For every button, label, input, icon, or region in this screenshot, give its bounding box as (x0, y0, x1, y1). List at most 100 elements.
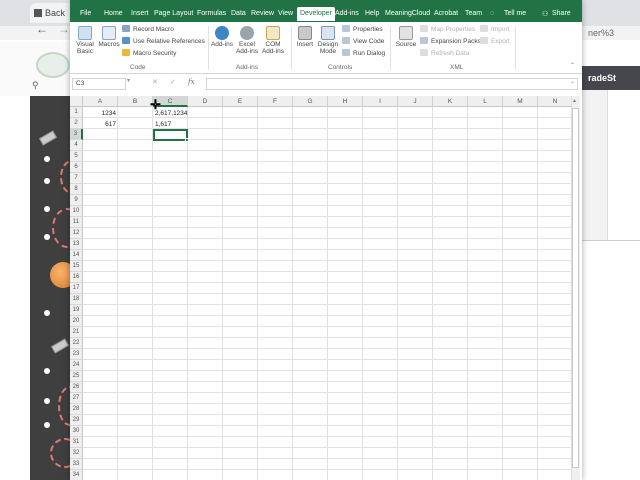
column-header-a[interactable]: A (83, 96, 118, 107)
tab-file[interactable]: File (80, 10, 91, 17)
selected-cell-c3[interactable] (153, 129, 188, 141)
row-header-18[interactable]: 18 (70, 294, 83, 305)
row-header-19[interactable]: 19 (70, 305, 83, 316)
row-header-32[interactable]: 32 (70, 448, 83, 459)
add-ins-button[interactable]: Add-ins (210, 26, 234, 48)
row-header-33[interactable]: 33 (70, 459, 83, 470)
row-header-7[interactable]: 7 (70, 173, 83, 184)
record-macro-button[interactable]: Record Macro (122, 25, 174, 35)
tab-insert[interactable]: Insert (131, 10, 149, 17)
view-code-button[interactable]: View Code (342, 37, 384, 47)
row-header-13[interactable]: 13 (70, 239, 83, 250)
share-button[interactable]: Share (552, 10, 571, 17)
row-header-15[interactable]: 15 (70, 261, 83, 272)
row-header-5[interactable]: 5 (70, 151, 83, 162)
column-header-g[interactable]: G (293, 96, 328, 107)
macro-security-button[interactable]: Macro Security (122, 49, 176, 59)
column-header-i[interactable]: I (363, 96, 398, 107)
expand-formula-bar-icon[interactable]: ⌄ (570, 78, 575, 85)
row-header-21[interactable]: 21 (70, 327, 83, 338)
tab-view[interactable]: View (278, 10, 293, 17)
row-header-12[interactable]: 12 (70, 228, 83, 239)
column-header-d[interactable]: D (188, 96, 223, 107)
column-header-h[interactable]: H (328, 96, 363, 107)
row-header-25[interactable]: 25 (70, 371, 83, 382)
column-header-b[interactable]: B (118, 96, 153, 107)
cell-a1[interactable]: 1234 (83, 108, 118, 119)
link-icon[interactable]: ⚲ (32, 80, 39, 91)
visual-basic-button[interactable]: Visual Basic (74, 26, 96, 55)
run-dialog-button[interactable]: Run Dialog (342, 49, 385, 59)
expansion-packs-button[interactable]: Expansion Packs (420, 37, 481, 47)
row-header-14[interactable]: 14 (70, 250, 83, 261)
column-header-m[interactable]: M (503, 96, 538, 107)
excel-add-ins-button[interactable]: Excel Add-ins (234, 26, 260, 55)
cell-c1[interactable]: 2,617,1234 (153, 108, 213, 119)
row-header-22[interactable]: 22 (70, 338, 83, 349)
select-all-corner[interactable] (70, 96, 83, 107)
row-header-24[interactable]: 24 (70, 360, 83, 371)
column-header-n[interactable]: N (538, 96, 573, 107)
tab-formulas[interactable]: Formulas (197, 10, 226, 17)
tab-help[interactable]: Help (365, 10, 379, 17)
row-header-3[interactable]: 3 (70, 129, 83, 140)
tab-add-ins[interactable]: Add-ins (335, 10, 359, 17)
use-relative-references-button[interactable]: Use Relative References (122, 37, 205, 47)
row-header-17[interactable]: 17 (70, 283, 83, 294)
row-header-16[interactable]: 16 (70, 272, 83, 283)
row-header-10[interactable]: 10 (70, 206, 83, 217)
enter-formula-icon[interactable]: ✓ (170, 78, 176, 86)
scroll-up-arrow-icon[interactable]: ▲ (572, 98, 577, 104)
formula-input[interactable] (206, 78, 578, 90)
tab-review[interactable]: Review (251, 10, 274, 17)
forward-arrow-icon[interactable]: → (58, 22, 70, 36)
row-header-27[interactable]: 27 (70, 393, 83, 404)
macros-button[interactable]: Macros (97, 26, 121, 48)
com-add-ins-button[interactable]: COM Add-ins (260, 26, 286, 55)
properties-button[interactable]: Properties (342, 25, 383, 35)
row-header-23[interactable]: 23 (70, 349, 83, 360)
row-header-8[interactable]: 8 (70, 184, 83, 195)
row-header-34[interactable]: 34 (70, 470, 83, 480)
back-arrow-icon[interactable]: ← (36, 22, 48, 36)
tab-developer[interactable]: Developer (297, 7, 335, 21)
scrollbar-thumb[interactable] (572, 108, 579, 468)
address-bar-fragment[interactable]: ner%3 (582, 26, 640, 40)
column-header-l[interactable]: L (468, 96, 503, 107)
tab-data[interactable]: Data (231, 10, 246, 17)
refresh-data-button[interactable]: Refresh Data (420, 49, 469, 59)
tab-home[interactable]: Home (104, 10, 123, 17)
row-header-28[interactable]: 28 (70, 404, 83, 415)
row-header-26[interactable]: 26 (70, 382, 83, 393)
xml-source-button[interactable]: Source (394, 26, 418, 48)
worksheet-grid[interactable] (70, 96, 580, 480)
row-header-2[interactable]: 2 (70, 118, 83, 129)
export-button[interactable]: Export (480, 37, 510, 47)
cell-a2[interactable]: 617 (83, 119, 118, 130)
row-header-29[interactable]: 29 (70, 415, 83, 426)
insert-control-button[interactable]: Insert (294, 26, 316, 48)
name-box[interactable]: C3 (72, 78, 126, 90)
column-header-k[interactable]: K (433, 96, 468, 107)
row-header-20[interactable]: 20 (70, 316, 83, 327)
map-properties-button[interactable]: Map Properties (420, 25, 475, 35)
import-button[interactable]: Import (480, 25, 509, 35)
tab-page-layout[interactable]: Page Layout (154, 10, 193, 17)
row-header-4[interactable]: 4 (70, 140, 83, 151)
chevron-down-icon[interactable]: ▾ (127, 77, 130, 84)
tab-acrobat[interactable]: Acrobat (434, 10, 458, 17)
row-header-9[interactable]: 9 (70, 195, 83, 206)
tell-me-search[interactable]: Tell me (504, 10, 526, 17)
column-header-j[interactable]: J (398, 96, 433, 107)
column-header-f[interactable]: F (258, 96, 293, 107)
row-header-6[interactable]: 6 (70, 162, 83, 173)
row-header-1[interactable]: 1 (70, 107, 83, 118)
row-header-31[interactable]: 31 (70, 437, 83, 448)
tab-team[interactable]: Team (465, 10, 482, 17)
row-header-11[interactable]: 11 (70, 217, 83, 228)
insert-function-icon[interactable]: fx (188, 78, 195, 86)
column-header-e[interactable]: E (223, 96, 258, 107)
fill-handle[interactable] (185, 138, 189, 142)
tab-meaningcloud[interactable]: MeaningCloud (385, 10, 430, 17)
row-header-30[interactable]: 30 (70, 426, 83, 437)
